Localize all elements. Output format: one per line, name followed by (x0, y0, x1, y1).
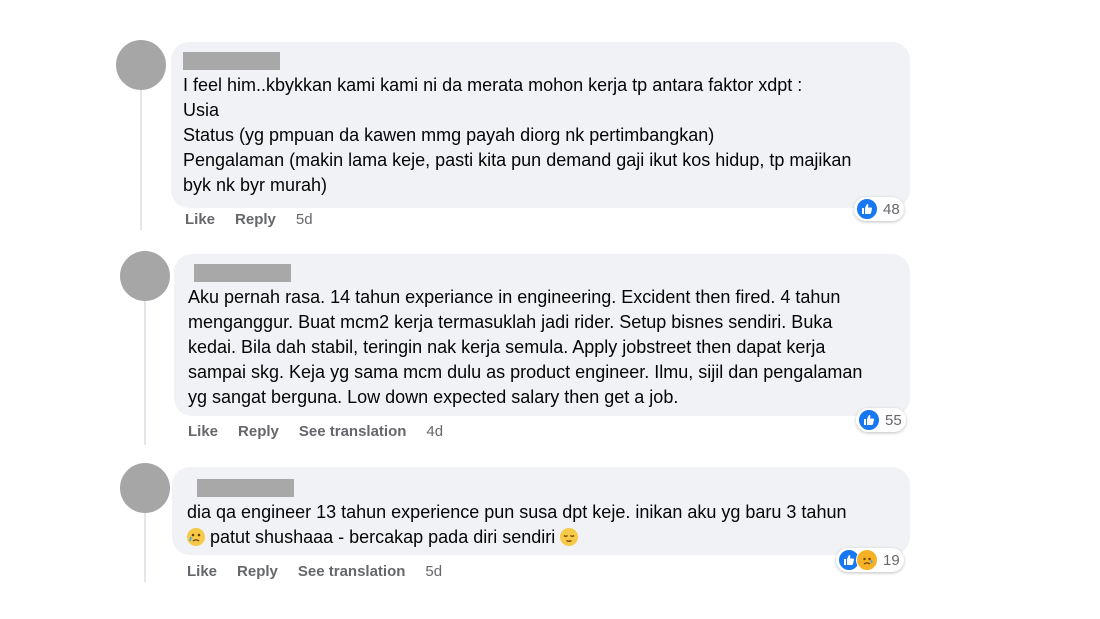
comment-text-line: Aku pernah rasa. 14 tahun experiance in … (188, 287, 841, 307)
timestamp[interactable]: 5d (425, 563, 442, 580)
comment-text-line: I feel him..kbykkan kami kami ni da mera… (183, 75, 803, 95)
avatar[interactable] (120, 463, 170, 513)
like-button[interactable]: Like (187, 563, 217, 580)
crying-emoji (187, 528, 205, 546)
comment-text-line: menganggur. Buat mcm2 kerja termasuklah … (188, 312, 833, 332)
comment-text-fragment: patut shushaaa - bercakap pada diri send… (210, 527, 556, 547)
redacted-author-name[interactable] (197, 479, 294, 497)
comment-text-line: Status (yg pmpuan da kawen mmg payah dio… (183, 125, 715, 145)
like-button[interactable]: Like (185, 211, 215, 228)
redacted-author-name[interactable] (183, 52, 280, 70)
avatar[interactable] (120, 251, 170, 301)
comment-text-line: patut shushaaa - bercakap pada diri send… (184, 525, 896, 550)
timestamp[interactable]: 5d (296, 211, 313, 228)
comment-bubble-1: I feel him..kbykkan kami kami ni da mera… (171, 42, 910, 208)
thread-line-2 (144, 300, 146, 445)
comment-text-line: Pengalaman (makin lama keje, pasti kita … (183, 150, 852, 170)
reaction-summary[interactable]: 19 (836, 548, 904, 572)
comment-text-line: sampai skg. Keja yg sama mcm dulu as pro… (188, 362, 863, 382)
reaction-summary[interactable]: 55 (856, 408, 906, 432)
comment-actions: Like Reply See translation 4d (188, 423, 463, 440)
thread-line-1 (140, 90, 142, 230)
reply-button[interactable]: Reply (235, 211, 276, 228)
comment-bubble-3: dia qa engineer 13 tahun experience pun … (172, 467, 910, 555)
comment-text-line: kedai. Bila dah stabil, teringin nak ker… (188, 337, 826, 357)
reaction-summary[interactable]: 48 (854, 197, 904, 221)
avatar[interactable] (116, 40, 166, 90)
like-button[interactable]: Like (188, 423, 218, 440)
comment-actions: Like Reply See translation 5d (187, 563, 462, 580)
relieved-emoji (560, 528, 579, 546)
reply-button[interactable]: Reply (237, 563, 278, 580)
see-translation-button[interactable]: See translation (299, 423, 407, 440)
comment-bubble-2: Aku pernah rasa. 14 tahun experiance in … (174, 254, 910, 416)
thread-line-3 (144, 512, 146, 582)
comment-text-line: yg sangat berguna. Low down expected sal… (188, 387, 679, 407)
redacted-author-name[interactable] (194, 264, 291, 282)
see-translation-button[interactable]: See translation (298, 563, 406, 580)
reaction-count: 55 (885, 411, 902, 429)
sad-icon (856, 549, 878, 571)
like-icon (856, 198, 878, 220)
comment-actions: Like Reply 5d (185, 211, 333, 228)
comment-text-line: byk nk byr murah) (183, 175, 328, 195)
reply-button[interactable]: Reply (238, 423, 279, 440)
timestamp[interactable]: 4d (426, 423, 443, 440)
like-icon (858, 409, 880, 431)
reaction-count: 19 (883, 551, 900, 569)
reaction-count: 48 (883, 200, 900, 218)
comment-text-line: dia qa engineer 13 tahun experience pun … (187, 502, 847, 522)
comment-text-line: Usia (183, 100, 220, 120)
